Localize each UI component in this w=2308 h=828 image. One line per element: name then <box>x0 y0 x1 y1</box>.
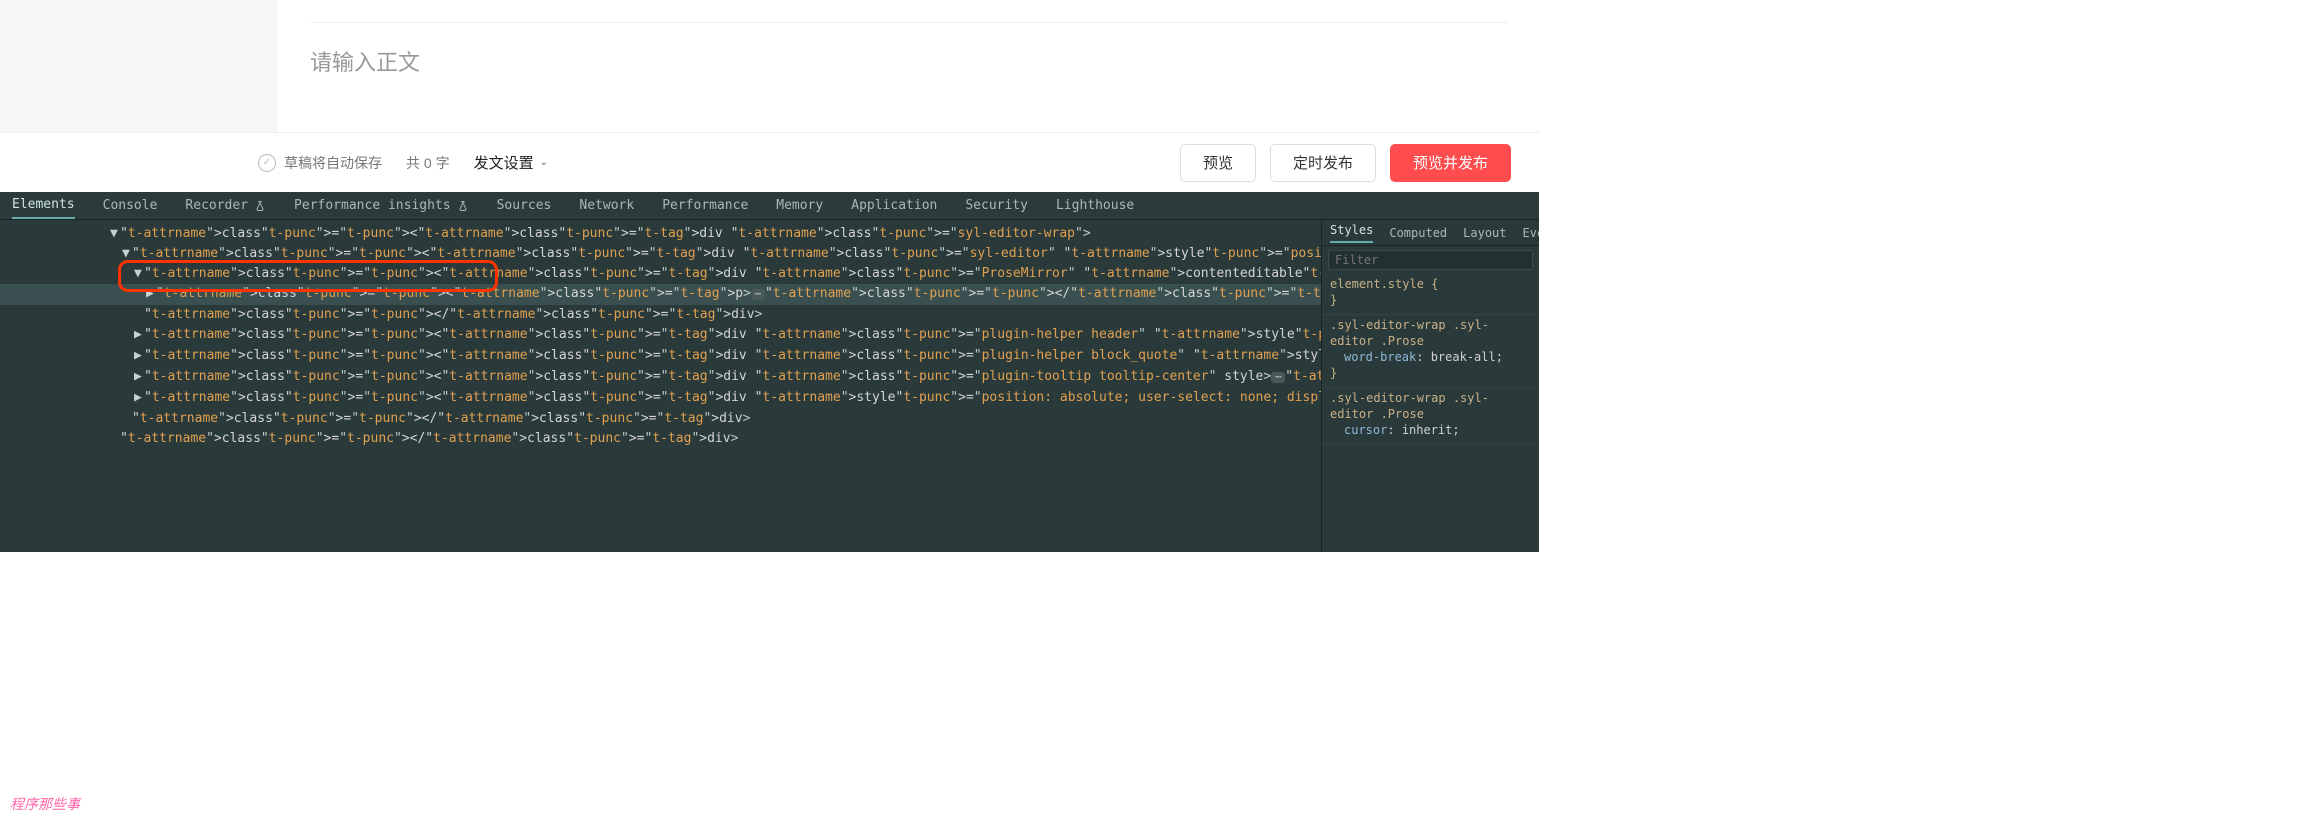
dom-node[interactable]: "t-attrname">class"t-punc">="t-punc"></"… <box>0 409 1321 429</box>
styles-tabs: Styles Computed Layout Event <box>1322 220 1539 246</box>
watermark: 程序那些事 <box>10 794 80 814</box>
tab-console[interactable]: Console <box>103 192 158 219</box>
tab-elements[interactable]: Elements <box>12 192 75 219</box>
dom-node[interactable]: ▶"t-attrname">class"t-punc">="t-punc"><"… <box>0 367 1321 388</box>
dom-node[interactable]: ▼"t-attrname">class"t-punc">="t-punc"><"… <box>0 224 1321 244</box>
check-circle-icon: ✓ <box>258 154 276 172</box>
publish-button[interactable]: 预览并发布 <box>1390 144 1511 182</box>
dom-node[interactable]: "t-attrname">class"t-punc">="t-punc"></"… <box>0 429 1321 449</box>
footer-bar: ✓ 草稿将自动保存 共 0 字 发文设置 ⌄ 预览 定时发布 预览并发布 <box>0 132 1539 192</box>
tab-security[interactable]: Security <box>965 192 1028 219</box>
tab-lighthouse[interactable]: Lighthouse <box>1056 192 1134 219</box>
post-settings-label: 发文设置 <box>474 152 534 173</box>
devtools-panel: Elements Console Recorder Performance in… <box>0 192 1539 552</box>
tab-sources[interactable]: Sources <box>497 192 552 219</box>
editor-content[interactable]: 请输入正文 <box>278 0 1539 132</box>
chevron-down-icon: ⌄ <box>540 157 548 168</box>
tab-application[interactable]: Application <box>851 192 937 219</box>
styles-tab-event[interactable]: Event <box>1523 226 1539 240</box>
autosave-label: 草稿将自动保存 <box>284 153 382 173</box>
styles-panel: Styles Computed Layout Event element.sty… <box>1321 220 1539 552</box>
dom-node[interactable]: ▼"t-attrname">class"t-punc">="t-punc"><"… <box>0 244 1321 264</box>
post-settings-dropdown[interactable]: 发文设置 ⌄ <box>474 152 548 173</box>
editor-area: 请输入正文 <box>0 0 1539 132</box>
devtools-tabs: Elements Console Recorder Performance in… <box>0 192 1539 220</box>
styles-filter-input[interactable] <box>1328 250 1533 270</box>
tab-network[interactable]: Network <box>579 192 634 219</box>
css-rule[interactable]: element.style { } <box>1322 274 1539 315</box>
dom-node[interactable]: ▶"t-attrname">class"t-punc">="t-punc"><"… <box>0 325 1321 346</box>
tab-performance[interactable]: Performance <box>662 192 748 219</box>
tab-recorder[interactable]: Recorder <box>185 192 266 219</box>
styles-tab-styles[interactable]: Styles <box>1330 223 1373 243</box>
styles-tab-computed[interactable]: Computed <box>1389 226 1447 240</box>
css-rule[interactable]: .syl-editor-wrap .syl-editor .Prose word… <box>1322 315 1539 388</box>
dom-node[interactable]: ▼"t-attrname">class"t-punc">="t-punc"><"… <box>0 264 1321 284</box>
dom-node[interactable]: ▶"t-attrname">class"t-punc">="t-punc"><"… <box>0 284 1321 305</box>
word-count: 共 0 字 <box>406 153 450 173</box>
dom-node[interactable]: ▶"t-attrname">class"t-punc">="t-punc"><"… <box>0 346 1321 367</box>
styles-tab-layout[interactable]: Layout <box>1463 226 1506 240</box>
flask-icon <box>254 200 266 212</box>
autosave-indicator: ✓ 草稿将自动保存 <box>258 153 382 173</box>
devtools-body: ▼"t-attrname">class"t-punc">="t-punc"><"… <box>0 220 1539 552</box>
tab-memory[interactable]: Memory <box>776 192 823 219</box>
flask-icon <box>457 200 469 212</box>
editor-placeholder: 请输入正文 <box>310 45 1507 77</box>
dom-node[interactable]: "t-attrname">class"t-punc">="t-punc"></"… <box>0 305 1321 325</box>
editor-divider <box>310 22 1507 23</box>
dom-tree[interactable]: ▼"t-attrname">class"t-punc">="t-punc"><"… <box>0 220 1321 552</box>
css-rule[interactable]: .syl-editor-wrap .syl-editor .Prose curs… <box>1322 388 1539 445</box>
preview-button[interactable]: 预览 <box>1180 144 1256 182</box>
editor-gutter <box>0 0 278 132</box>
schedule-button[interactable]: 定时发布 <box>1270 144 1376 182</box>
tab-perf-insights[interactable]: Performance insights <box>294 192 469 219</box>
dom-node[interactable]: ▶"t-attrname">class"t-punc">="t-punc"><"… <box>0 388 1321 409</box>
